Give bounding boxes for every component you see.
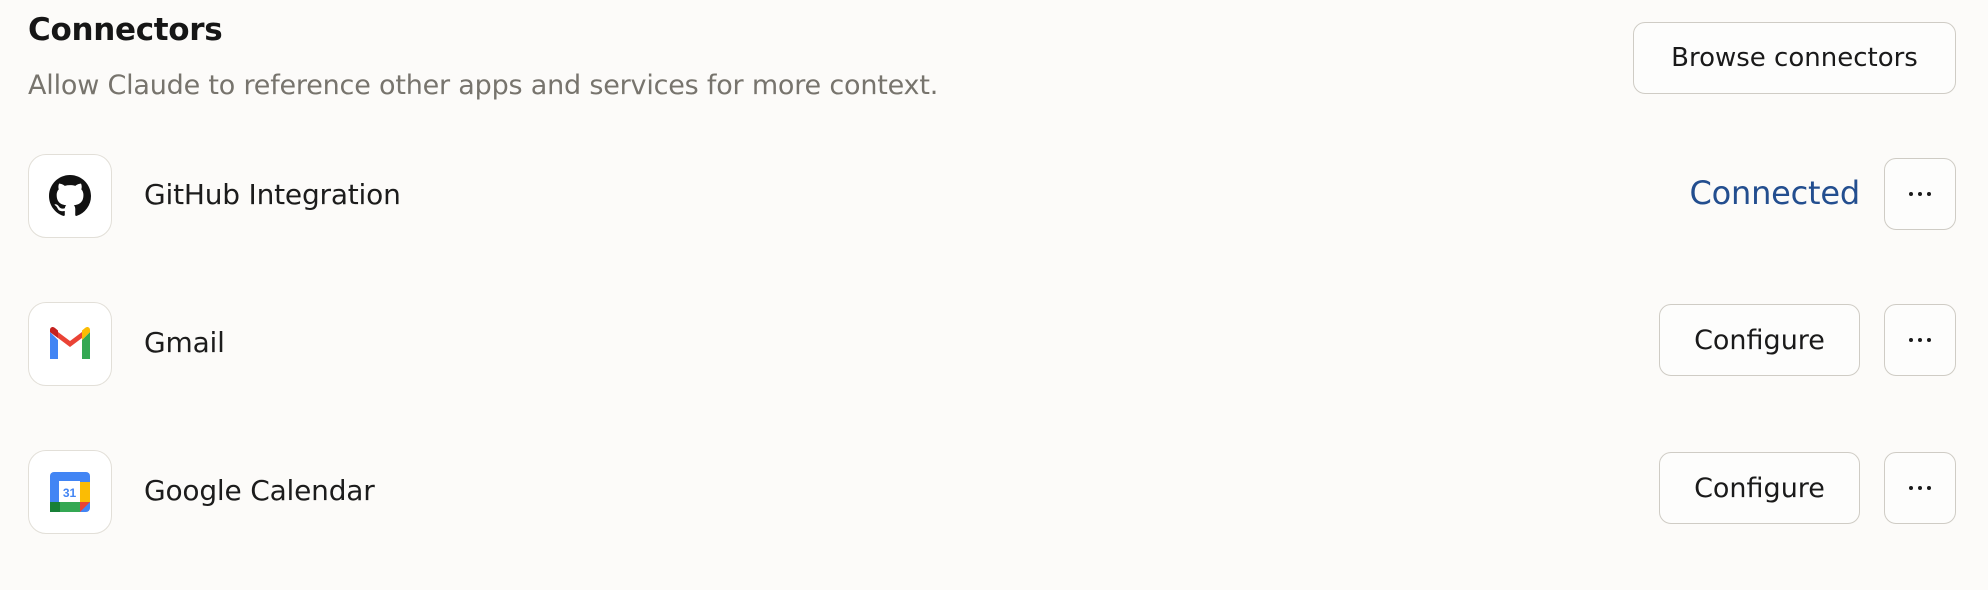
page-subtitle: Allow Claude to reference other apps and… (28, 70, 939, 101)
more-horizontal-icon (1909, 192, 1931, 196)
connector-name: Gmail (144, 326, 225, 359)
connector-row-google-calendar: 31 Google Calendar Configure (0, 450, 1988, 534)
calendar-day-text: 31 (63, 486, 77, 500)
gmail-icon (28, 302, 112, 386)
connector-row-gmail: Gmail Configure (0, 302, 1988, 386)
page-title: Connectors (28, 12, 223, 48)
browse-connectors-button[interactable]: Browse connectors (1633, 22, 1956, 94)
configure-button[interactable]: Configure (1659, 304, 1860, 376)
connectors-page: Connectors Allow Claude to reference oth… (0, 0, 1988, 590)
github-icon (28, 154, 112, 238)
configure-button[interactable]: Configure (1659, 452, 1860, 524)
google-calendar-icon: 31 (28, 450, 112, 534)
more-options-button[interactable] (1884, 158, 1956, 230)
connector-row-github: GitHub Integration Connected (0, 154, 1988, 238)
more-horizontal-icon (1909, 486, 1931, 490)
more-options-button[interactable] (1884, 452, 1956, 524)
more-horizontal-icon (1909, 338, 1931, 342)
connected-status: Connected (1689, 174, 1860, 212)
connector-name: GitHub Integration (144, 178, 401, 211)
more-options-button[interactable] (1884, 304, 1956, 376)
connector-name: Google Calendar (144, 474, 375, 507)
